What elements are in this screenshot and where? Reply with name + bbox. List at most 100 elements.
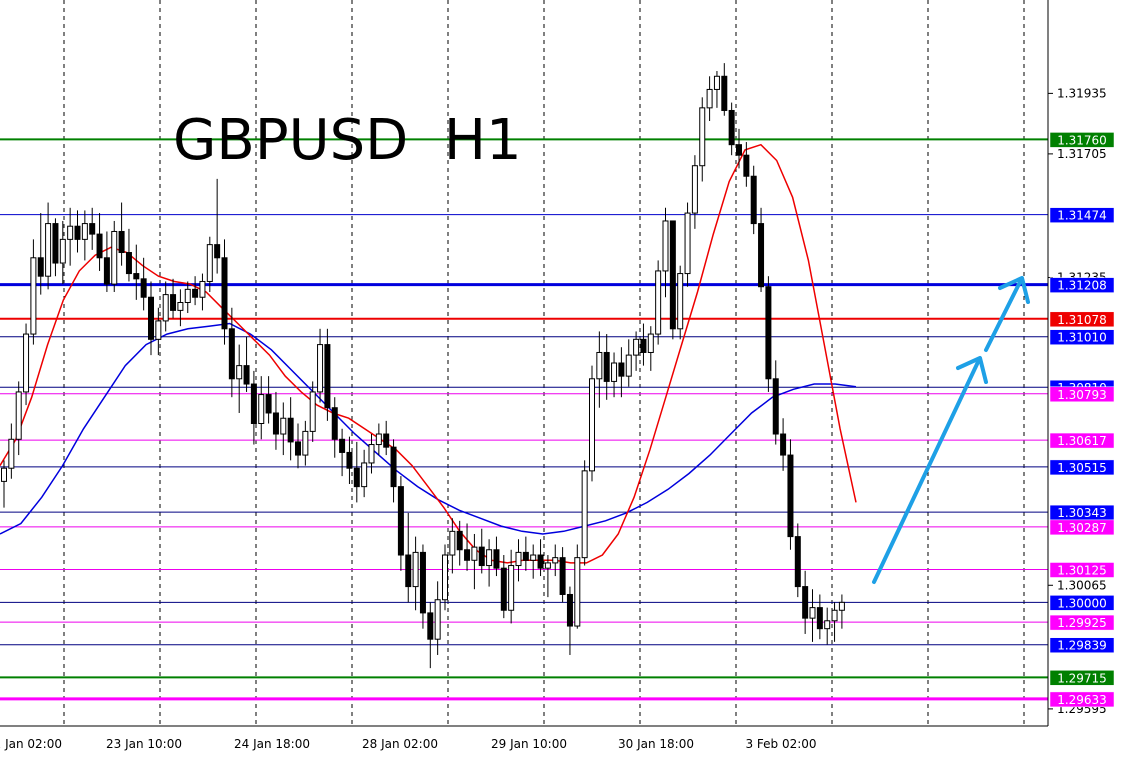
ema-fast-line: [0, 143, 857, 564]
time-tick-label: 22 Jan 02:00: [0, 737, 62, 751]
candle-body: [419, 551, 426, 614]
candle-body: [736, 144, 742, 156]
candle-body: [140, 278, 147, 298]
candle-body: [611, 362, 618, 382]
candle-body: [765, 286, 772, 380]
candle-body: [434, 599, 441, 640]
candle-body: [228, 328, 235, 380]
chart-canvas: GBPUSD H1 1.319351.317051.312351.300651.…: [0, 0, 1121, 757]
candle-body: [405, 554, 412, 588]
candle-body: [89, 223, 96, 235]
candle-body: [824, 620, 831, 630]
candle-body: [258, 394, 265, 424]
candle-body: [794, 536, 801, 588]
level-label-text: 1.30515: [1057, 461, 1107, 475]
time-tick-label: 24 Jan 18:00: [234, 737, 310, 751]
candle-body: [272, 412, 279, 435]
candle-body: [669, 220, 676, 330]
candle-body: [125, 252, 132, 275]
candle-body: [221, 257, 228, 330]
candle-body: [397, 486, 404, 556]
candle-body: [625, 354, 632, 377]
candle-body: [537, 554, 544, 569]
candle-body: [81, 223, 88, 240]
candle-body: [250, 383, 257, 425]
candle-body: [280, 417, 287, 435]
candle-body: [647, 333, 654, 353]
candle-body: [743, 154, 750, 177]
candle-body: [721, 75, 728, 111]
candle-body: [684, 212, 691, 275]
candle-body: [831, 609, 838, 622]
candle-body: [802, 586, 809, 619]
candle-body: [8, 438, 15, 469]
candle-body: [500, 567, 507, 611]
candle-body: [346, 451, 353, 469]
price-tick-label: 1.30065: [1057, 578, 1107, 592]
candle-body: [236, 365, 243, 380]
candle-body: [74, 225, 81, 240]
price-tick-label: 1.31935: [1057, 86, 1107, 100]
price-tick-label: 1.31705: [1057, 147, 1107, 161]
time-tick-label: 3 Feb 02:00: [745, 737, 816, 751]
candle-body: [566, 593, 573, 627]
candle-body: [728, 109, 735, 146]
level-label-text: 1.29839: [1057, 639, 1107, 653]
level-label-text: 1.30617: [1057, 434, 1107, 448]
candle-body: [449, 530, 456, 556]
level-label-text: 1.29925: [1057, 616, 1107, 630]
candle-body: [287, 417, 294, 443]
candle-body: [331, 407, 338, 440]
level-label-text: 1.30343: [1057, 506, 1107, 520]
candle-body: [787, 454, 794, 538]
candle-body: [442, 554, 448, 601]
candle-body: [816, 607, 823, 630]
candle-body: [522, 551, 529, 561]
candle-body: [589, 378, 595, 472]
candle-body: [486, 549, 493, 567]
candle-body: [30, 257, 37, 335]
candle-body: [618, 362, 625, 377]
candle-body: [317, 344, 324, 393]
candle-body: [192, 288, 199, 298]
candle-body: [390, 446, 397, 488]
level-label-text: 1.31474: [1057, 209, 1107, 223]
candle-body: [383, 433, 390, 448]
time-tick-label: 28 Jan 02:00: [362, 737, 438, 751]
ema-slow-line: [0, 322, 857, 535]
candle-body: [96, 233, 103, 259]
level-label-text: 1.30125: [1057, 563, 1107, 577]
level-label-text: 1.30793: [1057, 388, 1107, 402]
candle-body: [214, 244, 221, 259]
candle-body: [375, 433, 382, 446]
candle-body: [177, 302, 184, 311]
time-ticks: 22 Jan 02:00 23 Jan 10:00 24 Jan 18:00 28 J…: [0, 737, 817, 751]
candle-body: [111, 230, 118, 285]
candle-body: [243, 365, 250, 385]
candle-body: [339, 438, 346, 453]
candle-body: [427, 612, 434, 640]
candle-body: [581, 470, 588, 559]
candle-body: [552, 557, 559, 564]
level-label-text: 1.30287: [1057, 521, 1107, 535]
moving-averages: [0, 143, 857, 564]
candle-body: [456, 530, 463, 551]
level-label-text: 1.31760: [1057, 133, 1107, 147]
candle-body: [544, 562, 551, 569]
candle-body: [699, 107, 706, 167]
candle-body: [464, 549, 471, 561]
chart-root: GBPUSD H1 1.319351.317051.312351.300651.…: [0, 0, 1121, 757]
candle-body: [170, 294, 177, 311]
candle-body: [772, 378, 779, 435]
candle-body: [493, 549, 500, 569]
candle-body: [302, 430, 309, 456]
candle-body: [530, 554, 537, 561]
chart-title: GBPUSD H1: [173, 108, 522, 173]
horizontal-levels: [0, 138, 1048, 701]
time-tick-label: 30 Jan 18:00: [618, 737, 694, 751]
candle-body: [295, 441, 301, 456]
time-tick-label: 29 Jan 10:00: [491, 737, 567, 751]
candle-body: [691, 165, 698, 214]
candle-body: [23, 333, 30, 393]
candle-body: [412, 551, 419, 588]
